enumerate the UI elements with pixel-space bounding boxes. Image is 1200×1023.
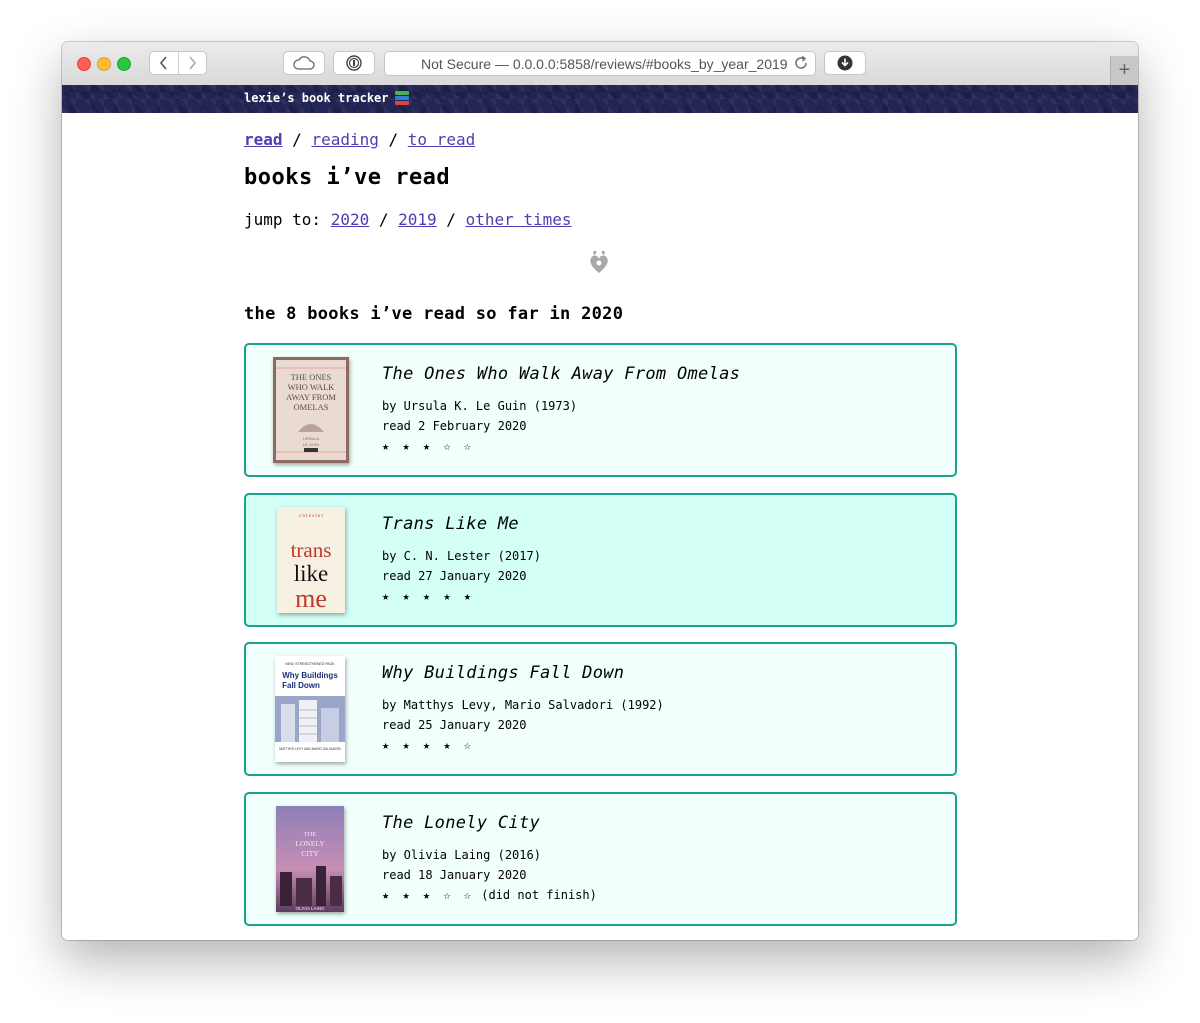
cover-lonely-city-art: THE LONELY CITY OLIVIA LAING <box>276 806 344 912</box>
book-cover-image[interactable]: c n l e s t e r trans like me <box>277 507 345 613</box>
book-byline: by C. N. Lester (2017) <box>382 549 541 563</box>
floral-heart-icon <box>590 250 608 273</box>
reload-icon[interactable] <box>793 55 809 71</box>
downloads-button[interactable] <box>824 51 866 75</box>
cover-text: Fall Down <box>282 681 320 690</box>
new-tab-button[interactable]: + <box>1110 56 1138 85</box>
star-rating: ★ ★ ★ ☆ ☆ <box>382 436 945 456</box>
book-cover-image[interactable]: THE ONES WHO WALK AWAY FROM OMELAS URSUL… <box>273 357 349 463</box>
cover-text: LE GUIN <box>303 442 319 447</box>
book-read-date: read 27 January 2020 <box>382 569 527 583</box>
close-window-button[interactable] <box>77 57 91 71</box>
book-info: Trans Like Me by C. N. Lester (2017) rea… <box>382 514 945 606</box>
cover-text: MATTHYS LEVY AND MARIO SALVADORI <box>279 747 341 751</box>
cover-text: c n l e s t e r <box>299 514 324 519</box>
book-card: NEW, STRENGTHENED PAGE Why Buildings Fal… <box>244 642 957 776</box>
cover-text: WHO WALK <box>288 382 336 392</box>
book-byline: by Ursula K. Le Guin (1973) <box>382 399 578 413</box>
cover-omelas-art: THE ONES WHO WALK AWAY FROM OMELAS URSUL… <box>276 360 346 460</box>
nav-separator: / <box>378 130 408 149</box>
cover-text: like <box>294 561 329 586</box>
jump-separator: / <box>369 210 399 229</box>
page-title: books i’ve read <box>244 165 451 190</box>
nav-link-to-read[interactable]: to read <box>408 130 475 149</box>
cloud-icon <box>293 56 315 70</box>
rating-stars: ★ ★ ★ ★ ★ <box>382 589 475 603</box>
cover-text: me <box>295 584 327 613</box>
cover-text: NEW, STRENGTHENED PAGE <box>285 662 335 666</box>
book-card: THE ONES WHO WALK AWAY FROM OMELAS URSUL… <box>244 343 957 477</box>
minimize-window-button[interactable] <box>97 57 111 71</box>
browser-toolbar: Not Secure — 0.0.0.0:5858/reviews/#books… <box>62 42 1138 86</box>
jump-separator: / <box>436 210 466 229</box>
chevron-right-icon <box>189 56 197 70</box>
star-rating: ★ ★ ★ ★ ★ <box>382 586 945 606</box>
book-card: c n l e s t e r trans like me Trans Like… <box>244 493 957 627</box>
cover-text: THE <box>304 831 317 838</box>
star-rating: ★ ★ ★ ★ ☆ <box>382 735 945 755</box>
cover-text: URSULA <box>303 436 320 441</box>
cover-text: THE ONES <box>291 372 332 382</box>
jump-link-2019[interactable]: 2019 <box>398 210 437 229</box>
rating-stars: ★ ★ ★ ★ ☆ <box>382 738 475 752</box>
cover-why-buildings-art: NEW, STRENGTHENED PAGE Why Buildings Fal… <box>275 656 345 762</box>
rating-stars: ★ ★ ★ ☆ ☆ <box>382 888 475 902</box>
jump-link-2020[interactable]: 2020 <box>331 210 370 229</box>
cover-text: LONELY <box>295 839 325 848</box>
nav-separator: / <box>282 130 312 149</box>
site-header-banner: lexie’s book tracker <box>62 85 1138 113</box>
book-cover-image[interactable]: NEW, STRENGTHENED PAGE Why Buildings Fal… <box>275 656 345 762</box>
cover-text: OLIVIA LAING <box>295 906 325 911</box>
book-card: THE LONELY CITY OLIVIA LAING The Lonely … <box>244 792 957 926</box>
section-nav: read / reading / to read <box>244 130 475 149</box>
address-url: Not Secure — 0.0.0.0:5858/reviews/#books… <box>421 55 787 72</box>
book-byline: by Olivia Laing (2016) <box>382 848 541 862</box>
book-title[interactable]: The Lonely City <box>382 813 945 833</box>
book-info: The Ones Who Walk Away From Omelas by Ur… <box>382 364 945 456</box>
book-read-date: read 18 January 2020 <box>382 868 527 882</box>
password-key-icon <box>346 55 362 71</box>
book-read-date: read 2 February 2020 <box>382 419 527 433</box>
back-button[interactable] <box>150 52 178 74</box>
zoom-window-button[interactable] <box>117 57 131 71</box>
download-icon <box>837 55 853 71</box>
star-rating: ★ ★ ★ ☆ ☆ (did not finish) <box>382 885 945 905</box>
year-section-heading: the 8 books i’ve read so far in 2020 <box>244 304 624 324</box>
rating-stars: ★ ★ ★ ☆ ☆ <box>382 439 475 453</box>
book-cover-image[interactable]: THE LONELY CITY OLIVIA LAING <box>276 806 344 912</box>
book-title[interactable]: Why Buildings Fall Down <box>382 663 945 683</box>
books-icon <box>394 91 409 105</box>
book-title[interactable]: Trans Like Me <box>382 514 945 534</box>
forward-button[interactable] <box>177 52 207 74</box>
book-byline: by Matthys Levy, Mario Salvadori (1992) <box>382 698 664 712</box>
browser-window: Not Secure — 0.0.0.0:5858/reviews/#books… <box>62 42 1138 940</box>
book-title[interactable]: The Ones Who Walk Away From Omelas <box>382 364 945 384</box>
jump-to-nav: jump to: 2020 / 2019 / other times <box>244 210 572 229</box>
nav-link-read[interactable]: read <box>244 130 283 149</box>
book-info: Why Buildings Fall Down by Matthys Levy,… <box>382 663 945 755</box>
icloud-tabs-button[interactable] <box>283 51 325 75</box>
cover-text: AWAY FROM <box>286 392 336 402</box>
site-title-text: lexie’s book tracker <box>244 91 389 105</box>
cover-text: trans <box>291 538 332 562</box>
cover-trans-like-me-art: c n l e s t e r trans like me <box>277 507 345 613</box>
chevron-left-icon <box>159 56 167 70</box>
history-nav <box>149 51 207 75</box>
jump-link-other-times[interactable]: other times <box>466 210 572 229</box>
jump-to-label: jump to: <box>244 210 331 229</box>
cover-text: CITY <box>301 849 319 858</box>
nav-link-reading[interactable]: reading <box>311 130 378 149</box>
cover-text: OMELAS <box>294 402 329 412</box>
address-bar[interactable]: Not Secure — 0.0.0.0:5858/reviews/#books… <box>384 51 816 76</box>
password-manager-button[interactable] <box>333 51 375 75</box>
site-title[interactable]: lexie’s book tracker <box>244 91 409 105</box>
cover-text: Why Buildings <box>282 671 338 680</box>
book-read-date: read 25 January 2020 <box>382 718 527 732</box>
book-info: The Lonely City by Olivia Laing (2016) r… <box>382 813 945 905</box>
did-not-finish-note: (did not finish) <box>474 888 597 902</box>
page-content: read / reading / to read books i’ve read… <box>62 113 1138 940</box>
